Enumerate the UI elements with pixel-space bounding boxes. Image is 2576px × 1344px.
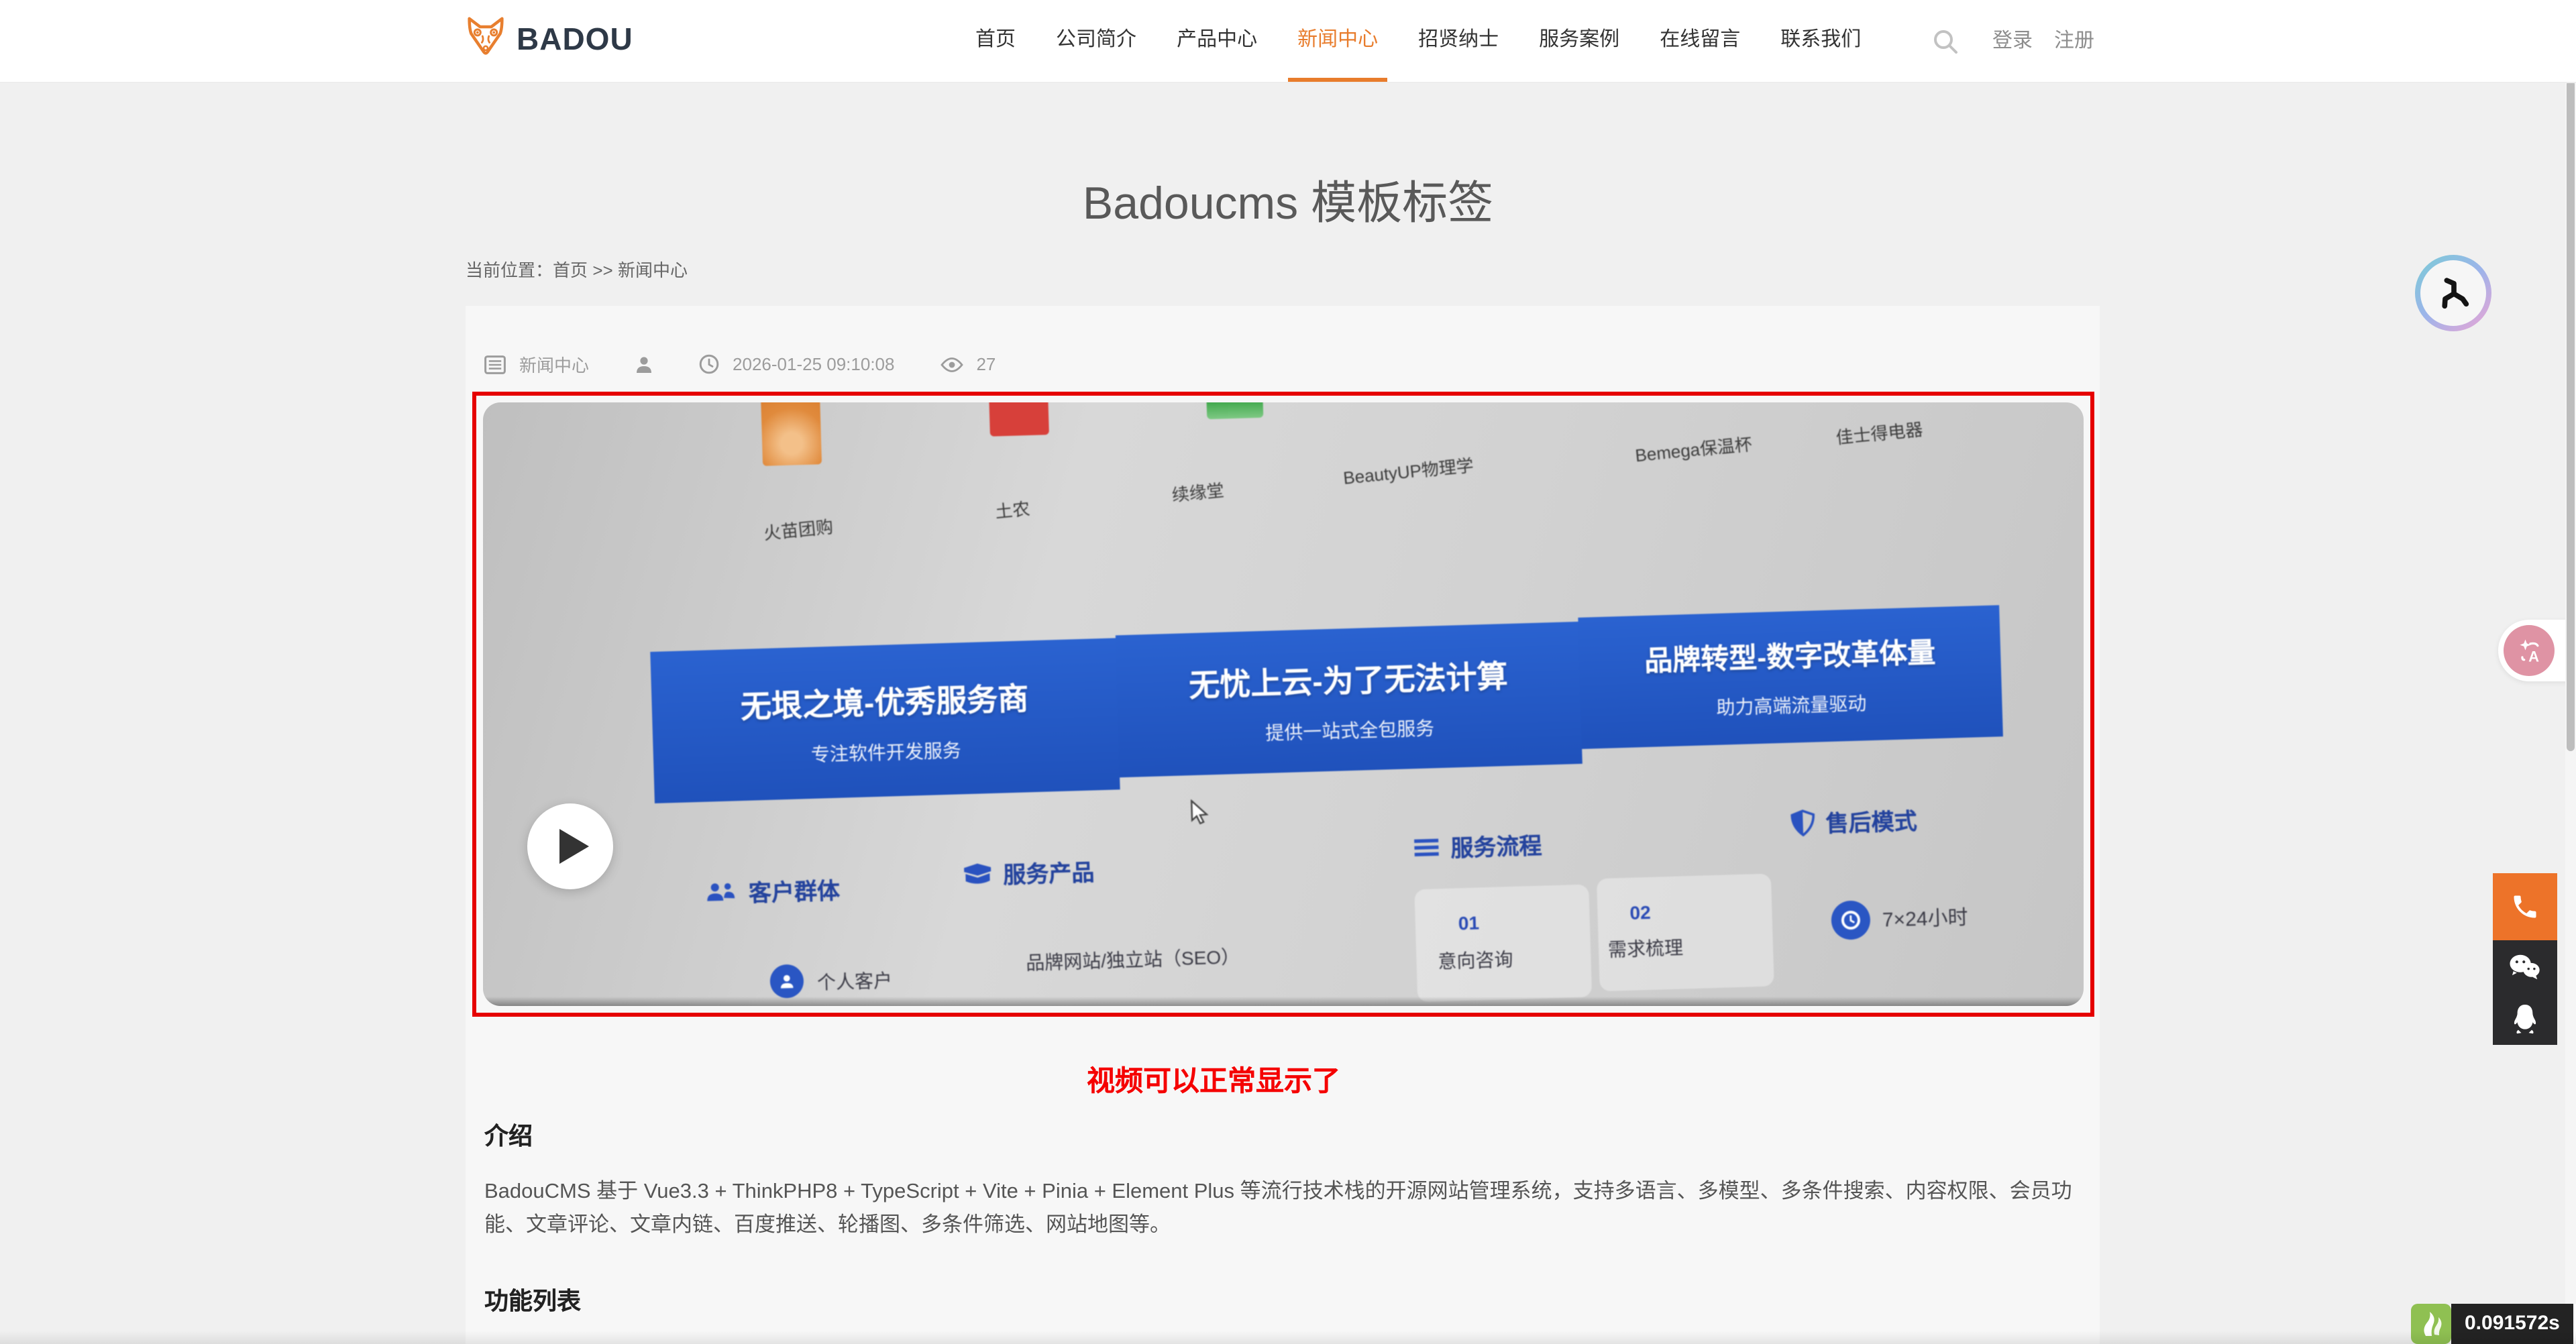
- author-icon: [635, 355, 653, 374]
- extension-badge[interactable]: [2415, 255, 2491, 331]
- partner-label: 佳士得电器: [1835, 415, 1924, 449]
- feature-card-bg: [1414, 885, 1592, 1003]
- users-icon: [705, 879, 738, 904]
- features-heading: 功能列表: [484, 1282, 581, 1317]
- article-meta: 新闻中心 2026-01-25 09:10:08 27: [484, 351, 996, 377]
- list-icon: [1413, 836, 1440, 858]
- shield-icon: [1790, 809, 1815, 836]
- breadcrumb-home-link[interactable]: 首页: [553, 260, 588, 280]
- meta-views: 27: [976, 354, 996, 374]
- partner-label: 火苗团购: [762, 512, 834, 545]
- hours-clock-icon: [1831, 900, 1871, 940]
- thinkphp-flame-icon: [2411, 1304, 2451, 1344]
- video-thumbnail[interactable]: 火苗团购 土农 续缘堂 BeautyUP物理学 Bemega保温杯 佳士得电器 …: [483, 402, 2084, 1006]
- partner-label: Bemega保温杯: [1634, 430, 1754, 467]
- nav-item-about[interactable]: 公司简介: [1036, 0, 1157, 82]
- wechat-icon: [2508, 952, 2542, 981]
- feature-item: 7×24小时: [1882, 903, 1968, 934]
- meta-category[interactable]: 新闻中心: [519, 351, 589, 377]
- scrollbar-track[interactable]: [2565, 0, 2576, 1344]
- partner-label: 土农: [994, 494, 1031, 523]
- intro-heading: 介绍: [484, 1117, 533, 1152]
- banner-title: 无垠之境-优秀服务商: [740, 672, 1029, 726]
- mouse-cursor: [1190, 799, 1211, 833]
- page-title: Badoucms 模板标签: [0, 166, 2576, 232]
- translate-icon: A: [2504, 625, 2555, 676]
- video-highlight-box: 火苗团购 土农 续缘堂 BeautyUP物理学 Bemega保温杯 佳士得电器 …: [472, 392, 2094, 1017]
- video-frame-content: 火苗团购 土农 续缘堂 BeautyUP物理学 Bemega保温杯 佳士得电器 …: [483, 402, 2084, 1006]
- banner-subtitle: 助力高端流量驱动: [1716, 689, 1867, 721]
- banner-row: 无垠之境-优秀服务商 专注软件开发服务 无忧上云-为了无法计算 提供一站式全包服…: [650, 612, 2004, 803]
- logo[interactable]: BADOU: [466, 16, 633, 63]
- intro-paragraph: BadouCMS 基于 Vue3.3 + ThinkPHP8 + TypeScr…: [484, 1175, 2084, 1242]
- page: BADOU 首页 公司简介 产品中心 新闻中心 招贤纳士 服务案例 在线留言 联…: [0, 0, 2576, 1344]
- fox-logo-icon: [466, 16, 506, 63]
- personal-customer-avatar-icon: [769, 964, 804, 998]
- nav-item-cases[interactable]: 服务案例: [1519, 0, 1640, 82]
- breadcrumb-prefix: 当前位置：: [466, 260, 553, 280]
- play-icon: [559, 829, 589, 864]
- banner-subtitle: 专注软件开发服务: [810, 736, 961, 767]
- logo-text: BADOU: [517, 21, 633, 58]
- contact-sidebar: [2493, 873, 2557, 1045]
- header: BADOU 首页 公司简介 产品中心 新闻中心 招贤纳士 服务案例 在线留言 联…: [0, 0, 2576, 83]
- step-label: 需求梳理: [1607, 934, 1683, 962]
- nav-item-products[interactable]: 产品中心: [1157, 0, 1277, 82]
- banner-title: 品牌转型-数字改革体量: [1644, 631, 1936, 680]
- step-number: 01: [1458, 911, 1479, 934]
- nav-item-news[interactable]: 新闻中心: [1277, 0, 1398, 82]
- banner-card-2: 无忧上云-为了无法计算 提供一站式全包服务: [1116, 622, 1582, 777]
- login-link[interactable]: 登录: [1992, 0, 2033, 82]
- nav-item-message[interactable]: 在线留言: [1640, 0, 1760, 82]
- nav-item-home[interactable]: 首页: [955, 0, 1036, 82]
- scrollbar-thumb[interactable]: [2567, 80, 2575, 751]
- category-icon: [484, 355, 506, 374]
- phone-button[interactable]: [2493, 873, 2557, 940]
- translate-widget[interactable]: A: [2498, 620, 2576, 681]
- feature-title-process: 服务流程: [1413, 827, 1542, 864]
- main-nav: 首页 公司简介 产品中心 新闻中心 招贤纳士 服务案例 在线留言 联系我们: [955, 0, 1881, 82]
- banner-card-3: 品牌转型-数字改革体量 助力高端流量驱动: [1578, 605, 2003, 749]
- feature-title-customers: 客户群体: [705, 872, 840, 909]
- qq-button[interactable]: [2493, 993, 2557, 1045]
- banner-card-1: 无垠之境-优秀服务商 专注软件开发服务: [650, 638, 1120, 803]
- search-icon[interactable]: [1932, 28, 1959, 55]
- step-number: 02: [1629, 901, 1651, 923]
- feature-item: 品牌网站/独立站（SEO）: [1026, 943, 1240, 976]
- debug-trace[interactable]: 0.091572s: [2411, 1304, 2573, 1344]
- views-icon: [940, 356, 963, 372]
- meta-date: 2026-01-25 09:10:08: [733, 354, 894, 374]
- feature-title-aftersale: 售后模式: [1790, 802, 1917, 840]
- nav-item-contact[interactable]: 联系我们: [1760, 0, 1881, 82]
- partner-label: BeautyUP物理学: [1342, 451, 1474, 490]
- wechat-button[interactable]: [2493, 940, 2557, 993]
- feature-card-bg: [1597, 874, 1774, 992]
- svg-text:A: A: [2528, 649, 2539, 665]
- partner-label: 续缘堂: [1171, 476, 1225, 507]
- load-time-badge: 0.091572s: [2451, 1304, 2573, 1344]
- nav-item-jobs[interactable]: 招贤纳士: [1398, 0, 1519, 82]
- clock-icon: [699, 354, 719, 374]
- logo-square-xuyuantang: [1205, 402, 1263, 419]
- box-icon: [963, 861, 993, 886]
- breadcrumb-separator: >>: [592, 260, 612, 280]
- phone-icon: [2510, 892, 2540, 921]
- qq-penguin-icon: [2510, 1003, 2540, 1035]
- breadcrumb-current: 新闻中心: [618, 260, 688, 280]
- banner-title: 无忧上云-为了无法计算: [1188, 651, 1508, 706]
- register-link[interactable]: 注册: [2054, 0, 2094, 82]
- logo-square-huomiao: [761, 402, 822, 466]
- video-caption: 视频可以正常显示了: [407, 1060, 2021, 1100]
- auth-links: 登录 注册: [1992, 0, 2094, 82]
- breadcrumb: 当前位置：首页 >> 新闻中心: [466, 256, 688, 282]
- feature-title-products: 服务产品: [963, 853, 1095, 891]
- play-button[interactable]: [527, 803, 613, 889]
- article-card: 新闻中心 2026-01-25 09:10:08 27: [466, 306, 2100, 1344]
- tri-blade-icon: [2436, 276, 2471, 311]
- logo-square-tunong: [988, 402, 1049, 437]
- step-label: 意向咨询: [1438, 946, 1513, 974]
- feature-item: 个人客户: [816, 966, 892, 995]
- banner-subtitle: 提供一站式全包服务: [1265, 714, 1435, 746]
